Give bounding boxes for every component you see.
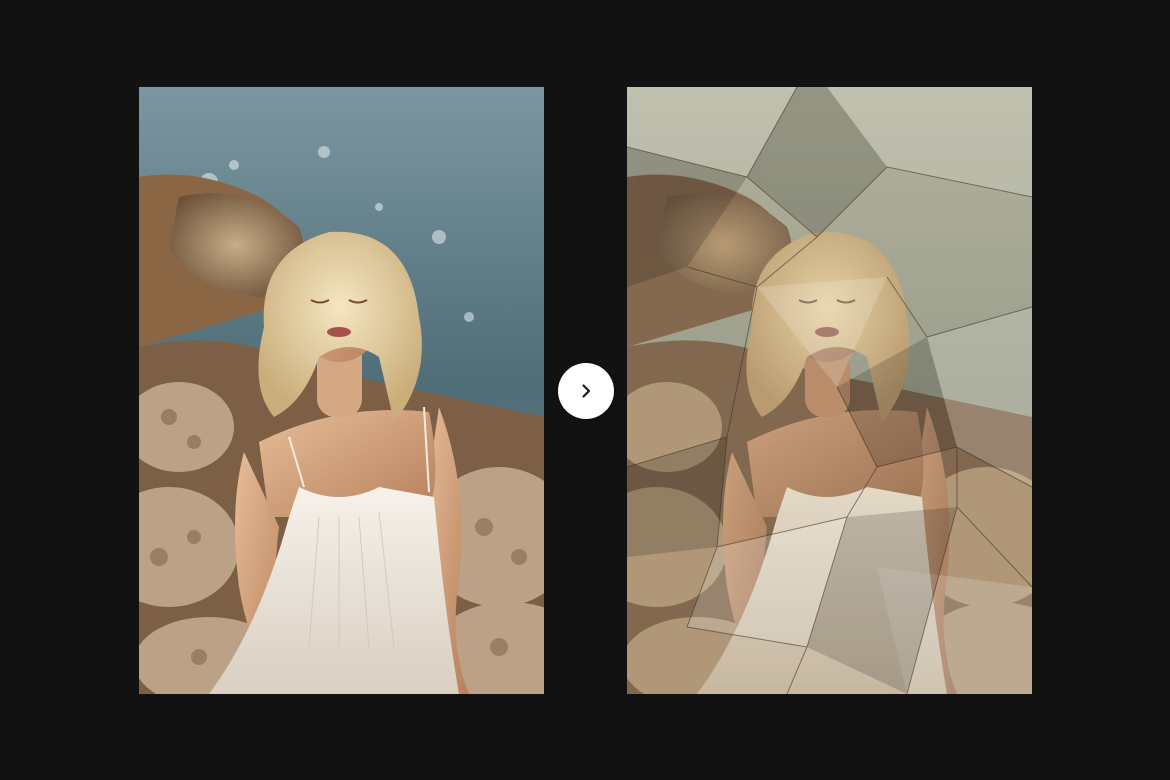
before-image xyxy=(139,87,544,694)
chevron-right-icon xyxy=(582,384,591,398)
after-image xyxy=(627,87,1032,694)
compare-next-button[interactable] xyxy=(558,363,614,419)
before-photo-icon xyxy=(139,87,544,694)
after-photo-icon xyxy=(627,87,1032,694)
comparison-stage xyxy=(0,0,1170,780)
